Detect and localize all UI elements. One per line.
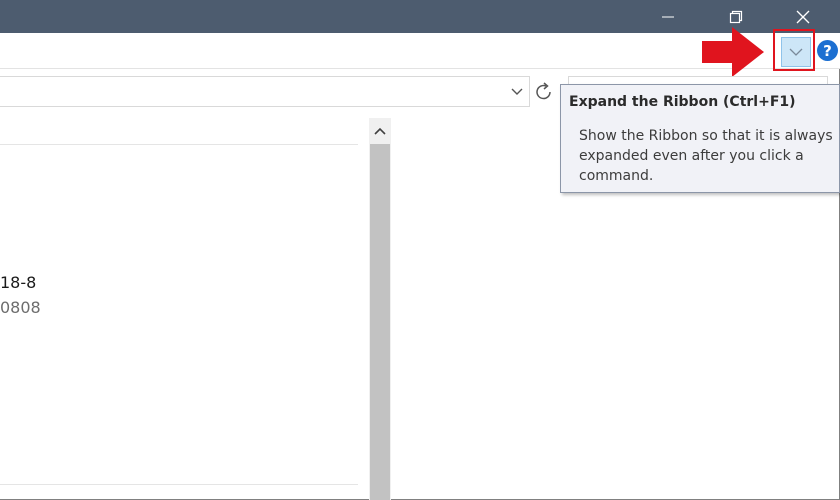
scroll-up-button[interactable] — [369, 118, 391, 144]
chevron-down-icon — [789, 48, 803, 56]
red-arrow-annotation-icon — [702, 27, 764, 77]
help-button[interactable]: ? — [817, 40, 838, 61]
tooltip-body: Show the Ribbon so that it is always exp… — [579, 128, 833, 184]
scrollbar-thumb[interactable] — [370, 144, 390, 500]
restore-icon — [729, 10, 743, 23]
list-header-divider — [0, 144, 358, 145]
address-history-button[interactable] — [509, 81, 525, 105]
refresh-button[interactable] — [534, 81, 554, 107]
expand-ribbon-button[interactable] — [781, 37, 811, 67]
file-detail: 0808 — [0, 298, 41, 317]
close-icon — [796, 10, 810, 23]
explorer-window: ? 18-8 0808 Expand the Ribbon (Ctrl+F1) … — [0, 0, 840, 500]
chevron-down-icon — [511, 88, 523, 95]
file-name[interactable]: 18-8 — [0, 273, 36, 292]
refresh-icon — [536, 82, 551, 100]
help-icon: ? — [823, 41, 832, 60]
tooltip-title: Expand the Ribbon (Ctrl+F1) — [569, 94, 796, 110]
expand-ribbon-tooltip: Expand the Ribbon (Ctrl+F1) Show the Rib… — [560, 84, 840, 193]
minimize-button[interactable] — [645, 0, 691, 33]
chevron-up-icon — [374, 127, 386, 135]
list-bottom-divider — [0, 484, 358, 485]
address-bar[interactable] — [0, 76, 530, 107]
minimize-icon — [662, 16, 674, 17]
